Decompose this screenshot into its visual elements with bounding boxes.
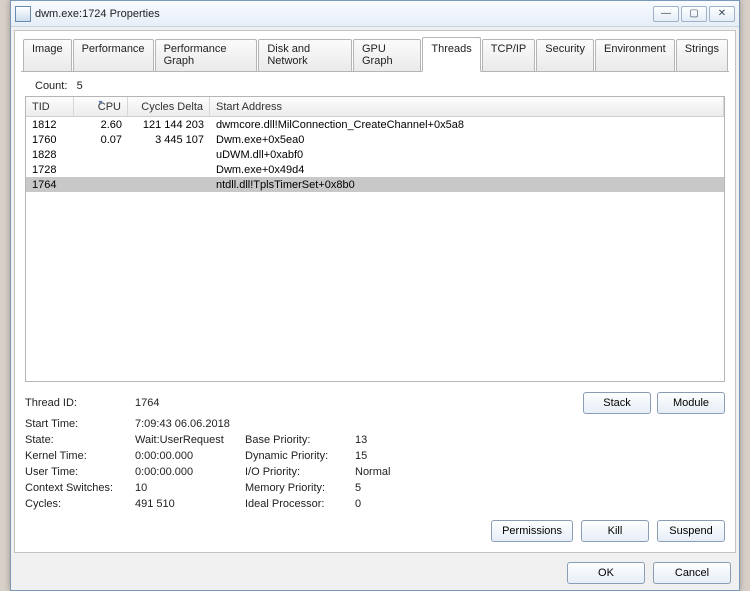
thread-row[interactable]: 1764 ntdll.dll!TplsTimerSet+0x8b0: [26, 177, 724, 192]
tab-environment[interactable]: Environment: [595, 39, 675, 71]
tab-threads[interactable]: Threads: [422, 37, 480, 72]
lbl-memory-priority: Memory Priority:: [245, 482, 355, 494]
thread-row[interactable]: 1828 uDWM.dll+0xabf0: [26, 147, 724, 162]
maximize-button[interactable]: ▢: [681, 6, 707, 22]
val-io-priority: Normal: [355, 466, 725, 478]
client-area: ImagePerformancePerformance GraphDisk an…: [14, 30, 736, 553]
lbl-start-time: Start Time:: [25, 418, 135, 430]
thread-row[interactable]: 18122.60121 144 203dwmcore.dll!MilConnec…: [26, 117, 724, 132]
properties-window: dwm.exe:1724 Properties — ▢ ✕ ImagePerfo…: [10, 0, 740, 591]
val-memory-priority: 5: [355, 482, 725, 494]
cell-tid: 1728: [26, 164, 74, 176]
count-label: Count:: [35, 80, 67, 92]
thread-row[interactable]: 17600.073 445 107Dwm.exe+0x5ea0: [26, 132, 724, 147]
close-button[interactable]: ✕: [709, 6, 735, 22]
kill-button[interactable]: Kill: [581, 520, 649, 542]
count-value: 5: [77, 80, 83, 92]
col-cycles-delta[interactable]: Cycles Delta: [128, 97, 210, 116]
val-start-time: 7:09:43 06.06.2018: [135, 418, 725, 430]
thread-count-line: Count: 5: [25, 78, 725, 96]
ok-button[interactable]: OK: [567, 562, 645, 584]
window-title: dwm.exe:1724 Properties: [35, 8, 653, 20]
thread-details: Thread ID: 1764 Stack Module Start Time:…: [25, 392, 725, 510]
cancel-button[interactable]: Cancel: [653, 562, 731, 584]
val-cycles: 491 510: [135, 498, 245, 510]
cell-start-address: uDWM.dll+0xabf0: [210, 149, 724, 161]
lbl-base-priority: Base Priority:: [245, 434, 355, 446]
lbl-user-time: User Time:: [25, 466, 135, 478]
lbl-io-priority: I/O Priority:: [245, 466, 355, 478]
lbl-cycles: Cycles:: [25, 498, 135, 510]
thread-actions: Permissions Kill Suspend: [25, 520, 725, 542]
col-cpu[interactable]: ▾ CPU: [74, 97, 128, 116]
tab-disk-and-network[interactable]: Disk and Network: [258, 39, 352, 71]
cell-start-address: Dwm.exe+0x5ea0: [210, 134, 724, 146]
lbl-context-switches: Context Switches:: [25, 482, 135, 494]
app-icon: [15, 6, 31, 22]
tab-security[interactable]: Security: [536, 39, 594, 71]
dialog-footer: OK Cancel: [11, 556, 739, 590]
tab-strings[interactable]: Strings: [676, 39, 728, 71]
stack-button[interactable]: Stack: [583, 392, 651, 414]
val-base-priority: 13: [355, 434, 725, 446]
tab-image[interactable]: Image: [23, 39, 72, 71]
val-kernel-time: 0:00:00.000: [135, 450, 245, 462]
suspend-button[interactable]: Suspend: [657, 520, 725, 542]
cell-tid: 1764: [26, 179, 74, 191]
module-button[interactable]: Module: [657, 392, 725, 414]
val-dynamic-priority: 15: [355, 450, 725, 462]
val-ideal-processor: 0: [355, 498, 725, 510]
val-thread-id: 1764: [135, 397, 435, 409]
cell-cycles: 121 144 203: [128, 119, 210, 131]
cell-start-address: Dwm.exe+0x49d4: [210, 164, 724, 176]
threads-page: Count: 5 TID ▾ CPU Cycles Delta: [21, 72, 729, 544]
val-state: Wait:UserRequest: [135, 434, 245, 446]
cell-tid: 1828: [26, 149, 74, 161]
tab-strip: ImagePerformancePerformance GraphDisk an…: [21, 37, 729, 72]
tab-performance[interactable]: Performance: [73, 39, 154, 71]
tab-gpu-graph[interactable]: GPU Graph: [353, 39, 421, 71]
threads-listview[interactable]: TID ▾ CPU Cycles Delta Start Address 181…: [25, 96, 725, 382]
col-tid[interactable]: TID: [26, 97, 74, 116]
titlebar[interactable]: dwm.exe:1724 Properties — ▢ ✕: [11, 1, 739, 27]
val-context-switches: 10: [135, 482, 245, 494]
lbl-state: State:: [25, 434, 135, 446]
cell-cycles: 3 445 107: [128, 134, 210, 146]
lbl-dynamic-priority: Dynamic Priority:: [245, 450, 355, 462]
col-start-address[interactable]: Start Address: [210, 97, 724, 116]
lbl-thread-id: Thread ID:: [25, 397, 135, 409]
lbl-kernel-time: Kernel Time:: [25, 450, 135, 462]
val-user-time: 0:00:00.000: [135, 466, 245, 478]
cell-tid: 1760: [26, 134, 74, 146]
cell-tid: 1812: [26, 119, 74, 131]
cell-cpu: 2.60: [74, 119, 128, 131]
listview-body[interactable]: 18122.60121 144 203dwmcore.dll!MilConnec…: [26, 117, 724, 381]
cell-start-address: ntdll.dll!TplsTimerSet+0x8b0: [210, 179, 724, 191]
permissions-button[interactable]: Permissions: [491, 520, 573, 542]
listview-header: TID ▾ CPU Cycles Delta Start Address: [26, 97, 724, 117]
lbl-ideal-processor: Ideal Processor:: [245, 498, 355, 510]
tab-performance-graph[interactable]: Performance Graph: [155, 39, 258, 71]
sort-indicator-icon: ▾: [98, 98, 102, 107]
thread-row[interactable]: 1728 Dwm.exe+0x49d4: [26, 162, 724, 177]
minimize-button[interactable]: —: [653, 6, 679, 22]
tab-tcp-ip[interactable]: TCP/IP: [482, 39, 535, 71]
cell-cpu: 0.07: [74, 134, 128, 146]
cell-start-address: dwmcore.dll!MilConnection_CreateChannel+…: [210, 119, 724, 131]
